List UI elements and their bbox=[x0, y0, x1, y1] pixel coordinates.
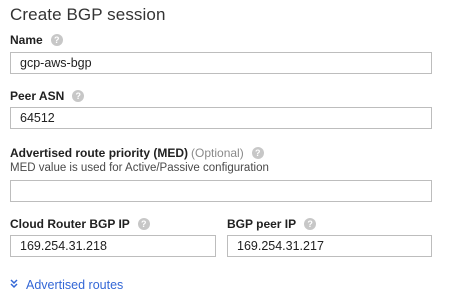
cloud-router-ip-field-box bbox=[10, 235, 216, 257]
name-label-row: Name ? bbox=[10, 33, 63, 47]
peer-asn-label: Peer ASN bbox=[10, 89, 65, 103]
help-icon[interactable]: ? bbox=[137, 218, 150, 230]
bgp-peer-ip-label: BGP peer IP bbox=[227, 217, 297, 231]
page-title: Create BGP session bbox=[10, 5, 166, 24]
bgp-peer-ip-label-row: BGP peer IP ? bbox=[227, 217, 317, 231]
name-field-box bbox=[10, 52, 432, 74]
name-input[interactable] bbox=[11, 53, 431, 73]
cloud-router-ip-input[interactable] bbox=[11, 236, 215, 256]
med-label: Advertised route priority (MED) bbox=[10, 146, 189, 160]
name-label: Name bbox=[10, 33, 43, 47]
med-field-box bbox=[10, 180, 432, 202]
help-icon[interactable]: ? bbox=[251, 147, 264, 159]
advertised-routes-toggle[interactable]: Advertised routes bbox=[10, 278, 123, 292]
peer-asn-input[interactable] bbox=[11, 108, 431, 128]
bgp-peer-ip-input[interactable] bbox=[228, 236, 431, 256]
advertised-routes-label: Advertised routes bbox=[26, 278, 124, 292]
help-icon[interactable]: ? bbox=[304, 218, 317, 230]
cloud-router-ip-label: Cloud Router BGP IP bbox=[10, 217, 130, 231]
chevron-double-down-icon bbox=[10, 278, 18, 292]
med-label-row: Advertised route priority (MED) (Optiona… bbox=[10, 146, 264, 160]
optional-tag: (Optional) bbox=[191, 146, 244, 160]
help-icon[interactable]: ? bbox=[50, 34, 63, 46]
cloud-router-ip-label-row: Cloud Router BGP IP ? bbox=[10, 217, 150, 231]
bgp-peer-ip-field-box bbox=[227, 235, 432, 257]
med-description: MED value is used for Active/Passive con… bbox=[10, 162, 269, 174]
med-input[interactable] bbox=[11, 181, 431, 201]
help-icon[interactable]: ? bbox=[72, 90, 85, 102]
peer-asn-label-row: Peer ASN ? bbox=[10, 89, 85, 103]
peer-asn-field-box bbox=[10, 107, 432, 129]
